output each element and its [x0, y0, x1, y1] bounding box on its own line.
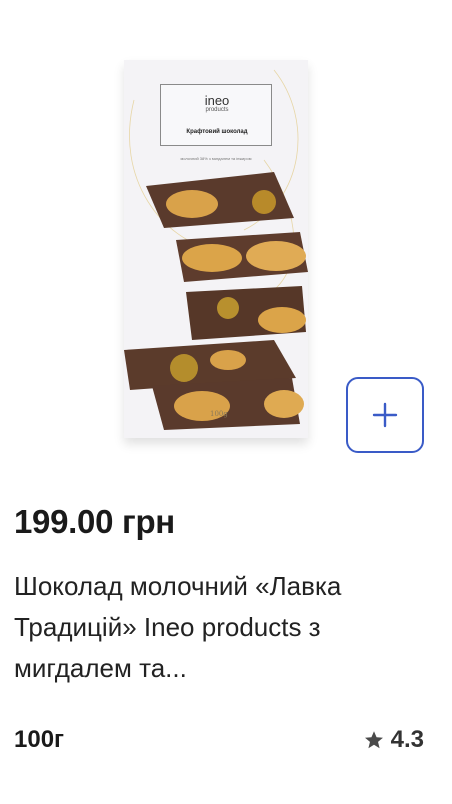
- product-weight: 100г: [14, 726, 65, 753]
- product-card[interactable]: ineo products Крафтовий шоколад молочний…: [0, 0, 452, 804]
- chocolate-package: ineo products Крафтовий шоколад молочний…: [124, 60, 308, 438]
- product-name[interactable]: Шоколад молочний «Лавка Традицій» Ineo p…: [14, 566, 434, 689]
- product-rating: 4.3: [363, 726, 424, 754]
- product-price: 199.00 грн: [14, 503, 175, 540]
- product-image[interactable]: ineo products Крафтовий шоколад молочний…: [124, 60, 308, 438]
- package-weight: 100g: [210, 410, 228, 418]
- package-title: Крафтовий шоколад: [186, 129, 248, 135]
- plus-icon: [372, 402, 398, 428]
- star-icon: [364, 731, 383, 749]
- package-description: молочний 38% з мигдалем та інжиром: [180, 156, 252, 161]
- brand-subtitle: products: [205, 107, 229, 113]
- add-to-cart-button[interactable]: [346, 377, 424, 453]
- brand-logo: ineo: [204, 93, 230, 108]
- rating-value: 4.3: [390, 726, 424, 753]
- chocolate-pieces: [124, 172, 308, 430]
- package-label: ineo products Крафтовий шоколад: [160, 84, 272, 146]
